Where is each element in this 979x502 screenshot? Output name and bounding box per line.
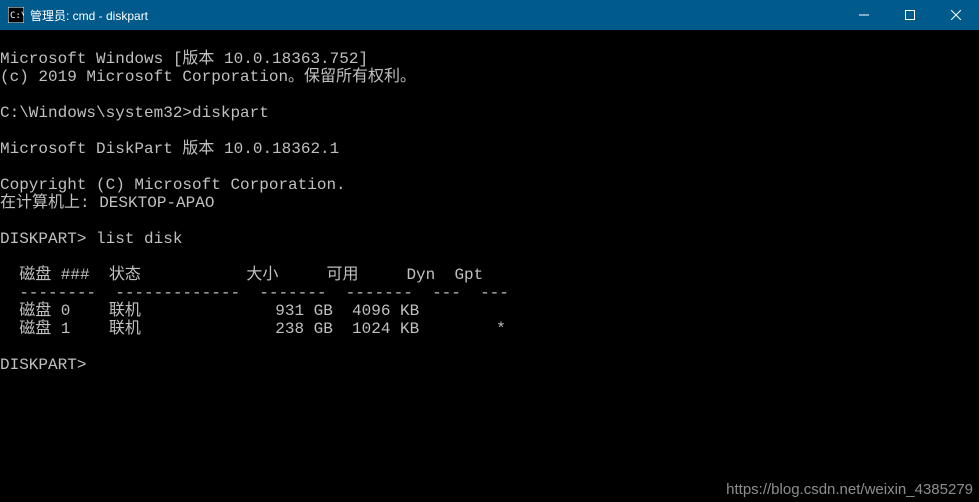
table-divider: -------- ------------- ------- ------- -… — [0, 284, 509, 302]
table-row: 磁盘 0 联机 931 GB 4096 KB — [0, 302, 419, 320]
output-line: Microsoft DiskPart 版本 10.0.18362.1 — [0, 140, 339, 158]
diskpart-prompt: DISKPART> list disk — [0, 230, 182, 248]
window-title: 管理员: cmd - diskpart — [30, 7, 148, 24]
maximize-button[interactable] — [887, 0, 933, 30]
svg-text:C:\: C:\ — [10, 11, 24, 21]
titlebar[interactable]: C:\ 管理员: cmd - diskpart — [0, 0, 979, 30]
close-icon — [951, 10, 961, 20]
maximize-icon — [905, 10, 915, 20]
output-line: 在计算机上: DESKTOP-APAO — [0, 194, 214, 212]
window-controls — [841, 0, 979, 30]
table-header: 磁盘 ### 状态 大小 可用 Dyn Gpt — [0, 266, 483, 284]
prompt-line: C:\Windows\system32>diskpart — [0, 104, 269, 122]
output-line: (c) 2019 Microsoft Corporation。保留所有权利。 — [0, 68, 416, 86]
output-line: Microsoft Windows [版本 10.0.18363.752] — [0, 50, 368, 68]
minimize-button[interactable] — [841, 0, 887, 30]
table-row: 磁盘 1 联机 238 GB 1024 KB * — [0, 320, 506, 338]
terminal-output[interactable]: Microsoft Windows [版本 10.0.18363.752] (c… — [0, 30, 979, 502]
diskpart-prompt: DISKPART> — [0, 356, 86, 374]
minimize-icon — [859, 10, 869, 20]
close-button[interactable] — [933, 0, 979, 30]
cmd-icon: C:\ — [8, 7, 24, 23]
output-line: Copyright (C) Microsoft Corporation. — [0, 176, 346, 194]
cmd-window: C:\ 管理员: cmd - diskpart — [0, 0, 979, 502]
